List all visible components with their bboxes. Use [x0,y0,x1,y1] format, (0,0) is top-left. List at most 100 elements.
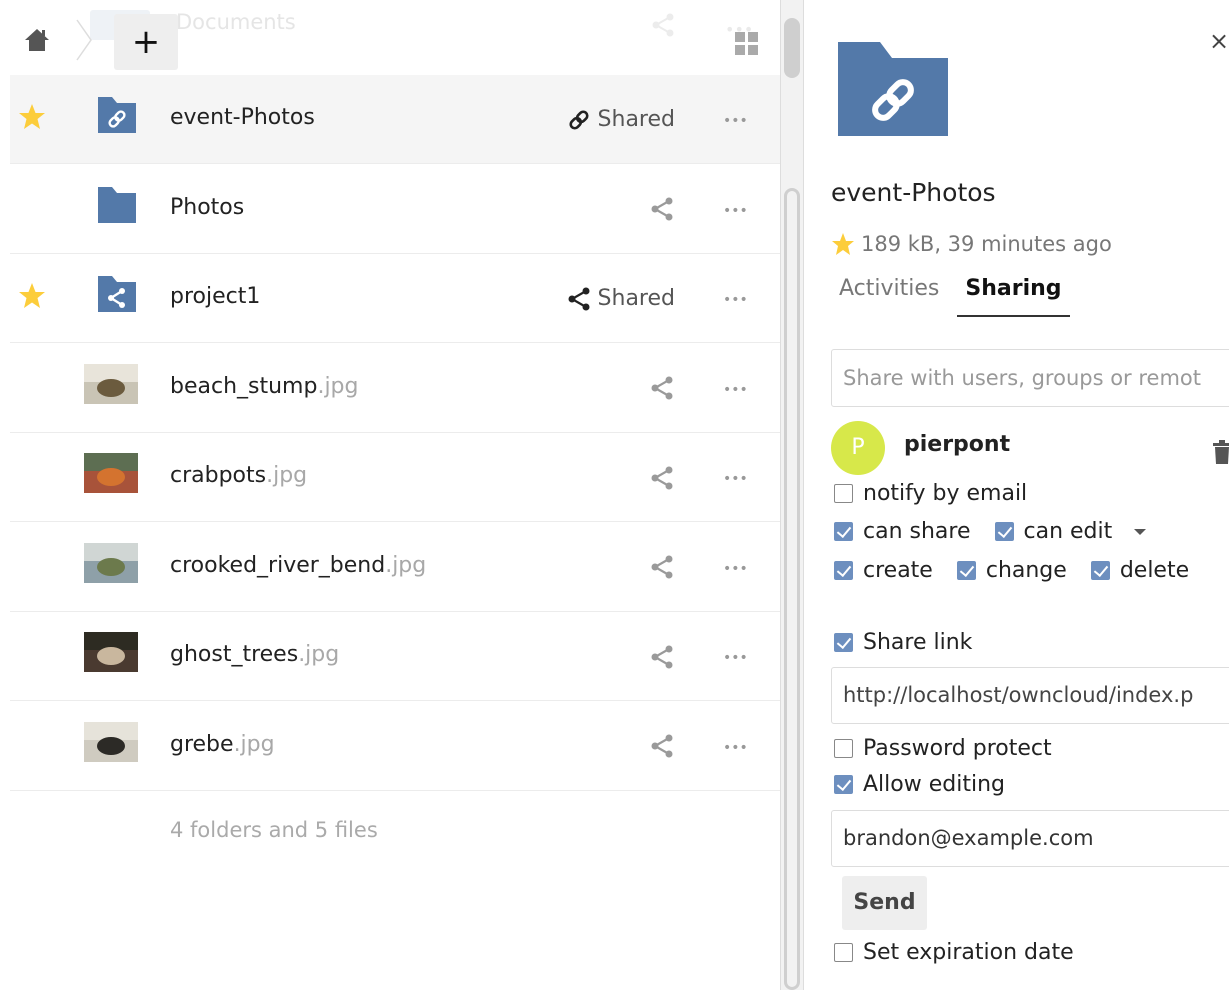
share-link-label: Share link [863,630,973,655]
checkbox-box[interactable] [834,943,853,962]
can-share-checkbox[interactable] [834,522,853,541]
checkbox-box[interactable] [834,775,853,794]
share-icon [649,465,675,491]
create-checkbox[interactable] [834,561,853,580]
shared-folder-icon [84,274,138,314]
table-row[interactable]: beach_stump.jpg ••• [10,344,780,433]
more-actions-icon[interactable]: ••• [723,75,748,164]
share-action[interactable] [649,165,675,254]
table-row[interactable]: crabpots.jpg ••• [10,433,780,522]
file-name[interactable]: project1 [170,254,260,343]
tab-activities[interactable]: Activities [839,276,939,317]
checkbox-box[interactable] [834,633,853,652]
details-size-time: 189 kB, 39 minutes ago [861,232,1112,256]
breadcrumb-current[interactable]: Documents [176,10,296,34]
delete-label: delete [1119,558,1190,583]
favorite-star-icon[interactable] [18,103,46,131]
table-row[interactable]: event-Photos Shared ••• [10,75,780,164]
share-with-input[interactable]: Share with users, groups or remot [831,349,1229,407]
share-action[interactable]: Shared [566,254,675,343]
share-icon [649,375,675,401]
file-extension: .jpg [385,552,427,578]
table-row[interactable]: Photos ••• [10,165,780,254]
scrollbar[interactable] [780,0,804,990]
share-icon [649,644,675,670]
file-basename: crooked_river_bend [170,552,386,578]
file-name[interactable]: ghost_trees.jpg [170,612,339,701]
file-list-panel: Documents ••• + event-Photos Shared ••• Pho… [0,0,780,990]
file-name[interactable]: beach_stump.jpg [170,344,359,433]
allow-editing-label: Allow editing [863,772,1005,797]
can-share-label: can share [863,519,971,544]
share-action[interactable] [649,523,675,612]
table-row[interactable]: project1 Shared ••• [10,254,780,343]
ghost-share-icon [652,13,674,37]
change-checkbox[interactable] [956,561,976,580]
file-basename: crabpots [170,463,267,488]
more-actions-icon[interactable]: ••• [723,433,748,522]
file-extension: .jpg [233,731,275,757]
share-action[interactable] [649,344,675,433]
file-basename: project1 [170,284,261,309]
more-actions-icon[interactable]: ••• [723,612,748,701]
avatar: P [831,421,885,475]
change-label: change [985,558,1067,583]
file-name[interactable]: crabpots.jpg [170,433,307,522]
notify-label: notify by email [863,481,1028,506]
trash-icon[interactable] [1213,440,1229,464]
share-action[interactable] [649,433,675,522]
checkbox-box[interactable] [834,739,853,758]
image-thumbnail [84,542,138,583]
delete-checkbox[interactable] [1090,561,1110,580]
favorite-star-icon[interactable] [831,232,855,256]
password-protect-checkbox[interactable]: Password protect [834,736,1052,761]
expiration-date-checkbox[interactable]: Set expiration date [834,940,1074,965]
close-icon[interactable]: × [1209,29,1229,53]
grid-view-icon[interactable] [735,32,759,56]
table-row[interactable]: grebe.jpg ••• [10,702,780,791]
more-actions-icon[interactable]: ••• [723,165,748,254]
details-tabs: Activities Sharing [839,276,1070,317]
file-name[interactable]: Photos [170,165,244,254]
link-icon [566,107,592,133]
share-icon [566,286,592,312]
share-action[interactable] [649,612,675,701]
share-user-name: pierpont [904,432,1011,457]
share-link-checkbox[interactable]: Share link [834,630,972,655]
more-actions-icon[interactable]: ••• [723,254,748,343]
file-name[interactable]: crooked_river_bend.jpg [170,523,426,612]
scrollbar-track[interactable] [784,188,800,990]
tab-sharing[interactable]: Sharing [957,276,1070,317]
share-action[interactable] [649,702,675,791]
share-link-url-field[interactable]: http://localhost/owncloud/index.p [831,667,1229,724]
more-actions-icon[interactable]: ••• [723,344,748,433]
notify-by-email-checkbox[interactable]: notify by email [834,481,1027,506]
permission-row-2: create change delete [834,558,1189,583]
image-thumbnail [84,721,138,762]
home-icon[interactable] [24,28,50,52]
scrollbar-thumb[interactable] [784,18,800,78]
checkbox-box[interactable] [834,484,853,503]
details-title: event-Photos [831,178,996,207]
send-button[interactable]: Send [842,876,927,930]
file-extension: .jpg [298,642,340,667]
email-field[interactable]: brandon@example.com [831,810,1229,867]
file-extension: .jpg [266,463,308,488]
files-toolbar: Documents ••• + [0,0,780,75]
chevron-down-icon[interactable] [1134,528,1147,535]
more-actions-icon[interactable]: ••• [723,523,748,612]
can-edit-checkbox[interactable] [994,522,1014,541]
more-actions-icon[interactable]: ••• [723,702,748,791]
allow-editing-checkbox[interactable]: Allow editing [834,772,1005,797]
breadcrumb-separator-icon [76,19,92,61]
share-action[interactable]: Shared [566,75,675,164]
shared-label: Shared [597,107,675,132]
share-icon [649,554,675,580]
file-name[interactable]: grebe.jpg [170,702,275,791]
new-button[interactable]: + [114,14,178,70]
table-row[interactable]: crooked_river_bend.jpg ••• [10,523,780,612]
file-name[interactable]: event-Photos [170,75,315,164]
table-row[interactable]: ghost_trees.jpg ••• [10,612,780,701]
image-thumbnail [84,453,138,493]
favorite-star-icon[interactable] [18,282,46,310]
